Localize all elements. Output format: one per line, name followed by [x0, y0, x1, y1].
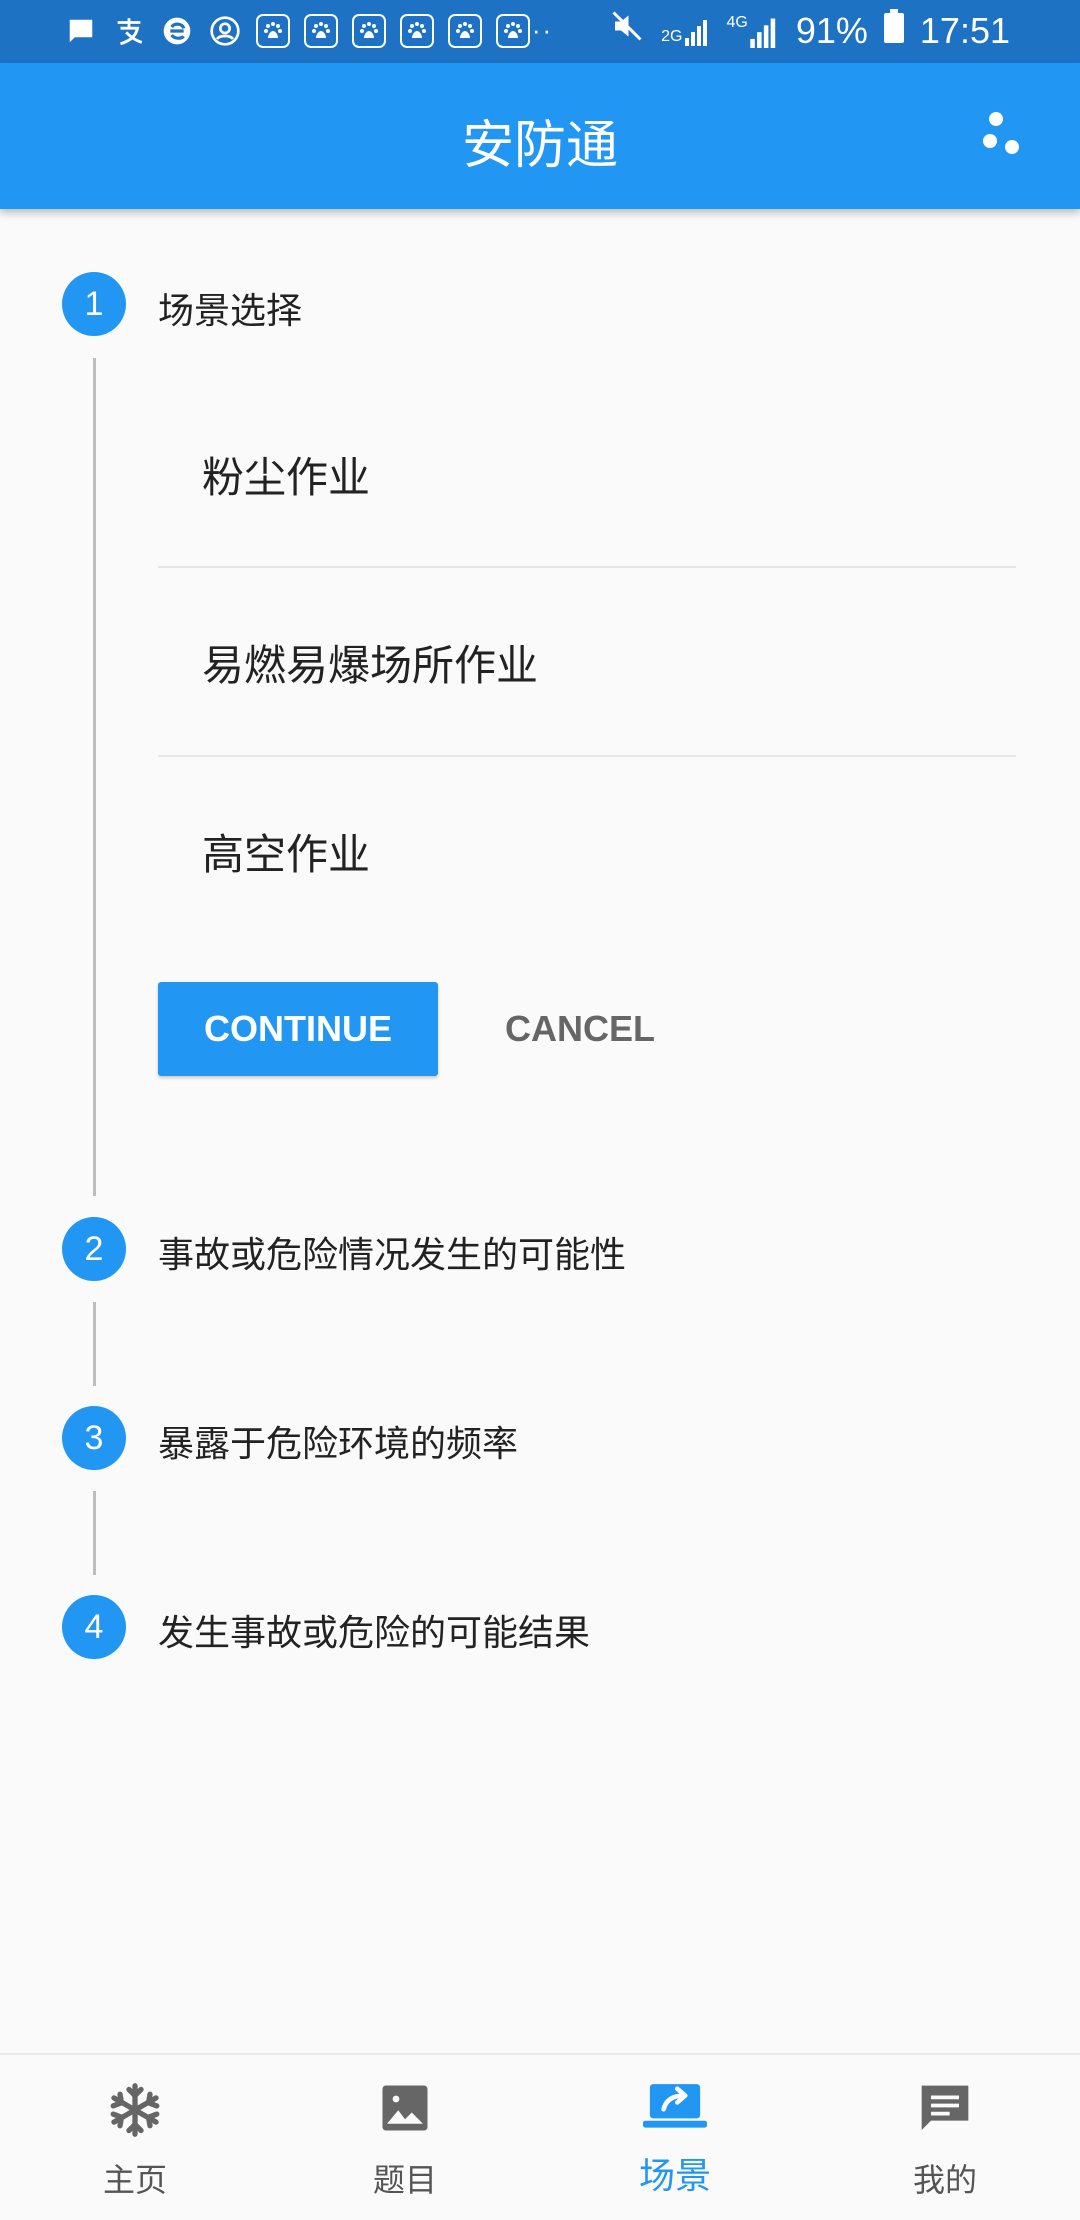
image-icon: [270, 2081, 540, 2141]
nav-label-home: 主页: [102, 2161, 167, 2199]
step-4-title[interactable]: 发生事故或危险的可能结果: [158, 1604, 590, 1656]
step-3-circle[interactable]: 3: [62, 1406, 126, 1470]
clock: 17:51: [919, 9, 1010, 51]
message-icon: [64, 14, 98, 48]
nav-item-scenarios[interactable]: 场景: [540, 2055, 810, 2220]
signal-2g-icon: 2G: [661, 16, 710, 46]
continue-button[interactable]: CONTINUE: [158, 982, 438, 1076]
battery-percent: 91%: [795, 9, 868, 51]
option-dust-work[interactable]: 粉尘作业: [158, 380, 1016, 568]
notification-icons: [64, 14, 530, 48]
baidu-icon: [448, 14, 482, 48]
nav-item-home[interactable]: 主页: [0, 2055, 270, 2220]
step-3-title[interactable]: 暴露于危险环境的频率: [158, 1415, 518, 1467]
step-2-circle[interactable]: 2: [62, 1217, 126, 1281]
status-bar: ·· 2G 4G 91% 17:51: [0, 0, 1080, 63]
nav-label-questions: 题目: [372, 2161, 437, 2199]
more-notifications-icon: ··: [531, 15, 554, 45]
step-2-connector: [93, 1302, 96, 1386]
status-right: ·· 2G 4G 91% 17:51: [532, 8, 1010, 53]
snowflake-icon: [0, 2081, 270, 2141]
account-icon: [208, 14, 242, 48]
nav-label-mine: 我的: [912, 2161, 977, 2199]
chat-icon: [810, 2081, 1080, 2141]
baidu-icon: [496, 14, 530, 48]
baidu-icon: [304, 14, 338, 48]
step-1-connector: [93, 358, 96, 1196]
option-flammable-explosive-work[interactable]: 易燃易爆场所作业: [158, 568, 1016, 756]
baidu-icon: [352, 14, 386, 48]
step-3-connector: [93, 1491, 96, 1575]
edge-icon: [160, 14, 194, 48]
step-1-circle[interactable]: 1: [62, 272, 126, 336]
page-title: 安防通: [461, 116, 618, 176]
app-bar: 安防通: [0, 63, 1080, 209]
step-1-title[interactable]: 场景选择: [158, 282, 302, 334]
mute-icon: [609, 8, 645, 53]
option-high-altitude-work[interactable]: 高空作业: [158, 757, 1016, 945]
battery-icon: [883, 9, 904, 52]
nav-label-scenarios: 场景: [638, 2156, 711, 2197]
cancel-button[interactable]: CANCEL: [470, 982, 690, 1076]
alipay-icon: [112, 14, 146, 48]
baidu-icon: [256, 14, 290, 48]
share-laptop-icon: [540, 2081, 810, 2141]
nav-item-mine[interactable]: 我的: [810, 2055, 1080, 2220]
bottom-navigation: 主页 题目 场景 我的: [0, 2053, 1080, 2220]
step-4-circle[interactable]: 4: [62, 1595, 126, 1659]
signal-4g-icon: 4G: [727, 14, 780, 48]
step-2-title[interactable]: 事故或危险情况发生的可能性: [158, 1226, 626, 1278]
baidu-icon: [400, 14, 434, 48]
nav-item-questions[interactable]: 题目: [270, 2055, 540, 2220]
share-icon[interactable]: [980, 107, 1040, 167]
